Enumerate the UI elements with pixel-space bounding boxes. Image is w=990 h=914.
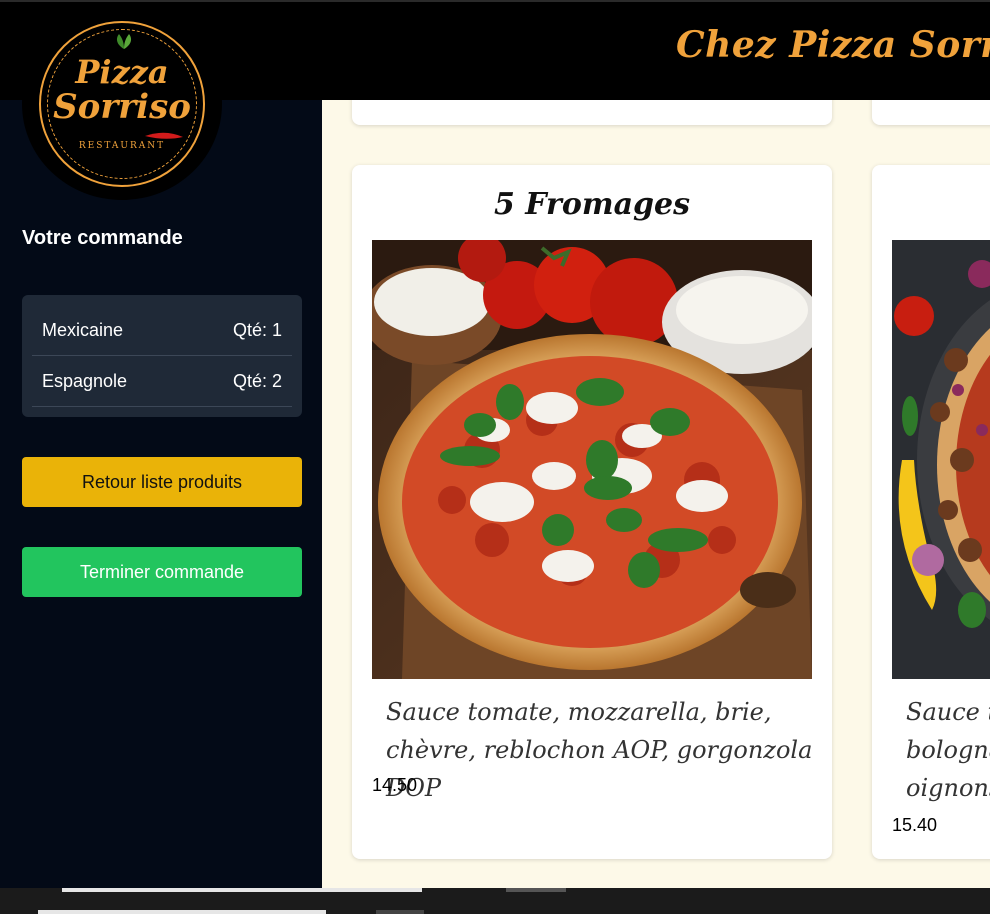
- product-card[interactable]: Sauce to bolognai oignons 15.40: [872, 165, 990, 859]
- order-item-qty: Qté: 2: [232, 370, 282, 391]
- order-title: Votre commande: [22, 227, 183, 249]
- order-item: Espagnole Qté: 2: [32, 356, 292, 407]
- order-item-name: Espagnole: [42, 370, 128, 391]
- order-item-name: Mexicaine: [42, 319, 124, 340]
- logo-text-sorriso: Sorriso: [53, 87, 191, 127]
- app-window: 5 Fromages Sauce tomate, mozzarella, bri…: [0, 0, 990, 888]
- product-description: Sauce tomate, mozzarella, brie, chèvre, …: [386, 698, 813, 802]
- product-price: 14.50: [372, 775, 418, 795]
- product-name: 5 Fromages: [493, 187, 691, 222]
- product-price: 15.40: [892, 815, 938, 835]
- chili-icon: [145, 132, 183, 139]
- taskbar-strip: [0, 888, 990, 914]
- logo-text-restaurant: RESTAURANT: [78, 141, 166, 151]
- product-card[interactable]: 5 Fromages Sauce tomate, mozzarella, bri…: [352, 165, 832, 859]
- order-item: Mexicaine Qté: 1: [32, 305, 292, 356]
- order-sidebar: Votre commande Mexicaine Qté: 1 Espagnol…: [0, 100, 322, 888]
- pizza-image: [372, 240, 812, 679]
- product-description: Sauce to bolognai oignons: [906, 698, 990, 802]
- back-to-products-button[interactable]: Retour liste produits: [22, 457, 302, 507]
- logo-badge: Pizza Sorriso RESTAURANT: [39, 21, 205, 187]
- restaurant-logo[interactable]: Pizza Sorriso RESTAURANT: [22, 8, 222, 200]
- pizza-image: [892, 240, 990, 679]
- logo-text-pizza: Pizza: [75, 53, 169, 91]
- order-list: Mexicaine Qté: 1 Espagnole Qté: 2: [22, 295, 302, 417]
- order-item-qty: Qté: 1: [232, 319, 282, 340]
- header-title: Chez Pizza Sorrizo, l: [676, 24, 990, 66]
- basil-leaf-icon: [116, 34, 132, 49]
- finish-order-button[interactable]: Terminer commande: [22, 547, 302, 597]
